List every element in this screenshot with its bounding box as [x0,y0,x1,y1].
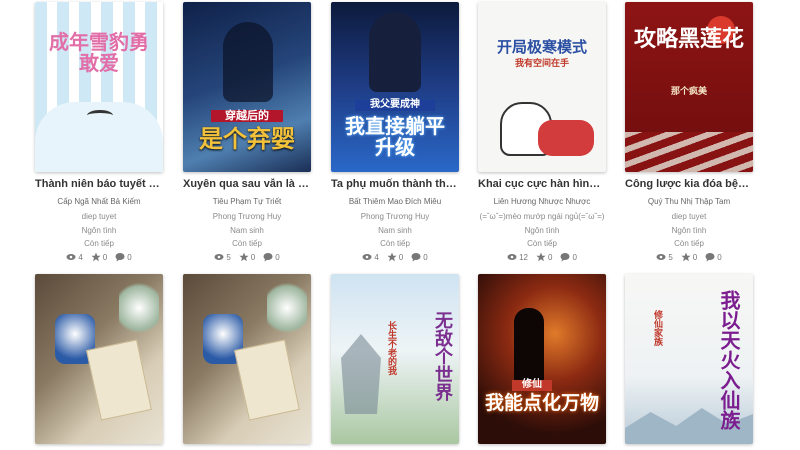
eye-icon [507,254,517,260]
comment-count: 0 [717,252,722,262]
book-cover[interactable]: 穿越后的 是个弃婴 [183,2,311,172]
book-uploader[interactable]: diep tuyet [35,212,163,221]
book-author[interactable]: Tiêu Phạm Tự Triết [183,197,311,206]
book-status: Còn tiếp [232,239,262,248]
book-genre[interactable]: Ngôn tình [35,226,163,235]
comment-count: 0 [423,252,428,262]
book-status: Còn tiếp [674,239,704,248]
cover-title: 无敌个世界 [432,311,453,401]
book-status: Còn tiếp [380,239,410,248]
comment-icon [560,253,570,262]
book-stats: 4 0 0 [331,251,459,263]
book-cover[interactable]: 无敌个世界 长生不老的我 [331,274,459,444]
eye-icon [362,254,372,260]
book-title[interactable]: Xuyên qua sau vẫn là c... [183,178,311,190]
cover-subtitle: 那个疯美 [670,87,707,97]
star-count: 0 [398,252,404,262]
view-count: 5 [668,252,673,262]
book-cover[interactable]: 我以天火入仙族 修仙家族 [625,274,753,444]
star-icon [681,252,691,262]
book-author[interactable]: Cấp Ngã Nhất Bả Kiếm [35,197,163,206]
book-status: Còn tiếp [84,239,114,248]
star-count: 0 [692,252,698,262]
comment-icon [705,253,715,262]
book-stats: 5 0 0 [183,251,311,263]
view-count: 5 [226,252,231,262]
book-author[interactable]: Bất Thiêm Mao Đích Miêu [331,197,459,206]
star-count: 0 [250,252,256,262]
book-cover[interactable]: 我父要成神 我直接躺平升级 [331,2,459,172]
book-uploader[interactable]: Phong Trương Huy [183,212,311,221]
book-stats: 12 0 0 [478,251,606,263]
star-count: 0 [548,252,553,262]
book-title[interactable]: Ta phụ muốn thành thầ... [331,178,459,190]
cover-title: 我直接躺平升级 [345,114,445,159]
star-icon [239,252,249,262]
book-cover[interactable] [183,274,311,444]
book-uploader[interactable]: Phong Trương Huy [331,212,459,221]
cover-subtitle: 我父要成神 [355,99,435,111]
comment-count: 0 [275,252,280,262]
book-cover[interactable]: 攻略黑莲花 那个疯美 [625,2,753,172]
view-count: 12 [519,252,528,262]
book-genre[interactable]: Ngôn tình [625,226,753,235]
book-cover[interactable]: 修仙 我能点化万物 [478,274,606,444]
book-stats: 4 0 0 [35,251,163,263]
book-uploader[interactable]: (=ˇωˇ=)mèo mướp ngái ngủ(=ˇωˇ=) [478,212,606,221]
cover-subtitle: 长生不老的我 [386,321,396,375]
cover-title: 是个弃婴 [199,124,295,153]
cover-subtitle: 我有空间在手 [514,59,569,69]
eye-icon [214,254,224,260]
book-grid: 成年雪豹勇敢爱 Thành niên báo tuyết d... Cấp Ng… [0,0,800,450]
view-count: 4 [374,252,379,262]
book-cover[interactable]: 成年雪豹勇敢爱 [35,2,163,172]
comment-icon [115,253,125,262]
star-count: 0 [102,252,108,262]
book-author[interactable]: Liên Hương Nhược Nhược [478,197,606,206]
book-genre[interactable]: Nam sinh [331,226,459,235]
book-stats: 5 0 0 [625,251,753,263]
book-title[interactable]: Thành niên báo tuyết d... [35,178,163,190]
comment-icon [263,253,273,262]
book-genre[interactable]: Ngôn tình [478,226,606,235]
cover-title: 开局极寒模式 [496,38,587,56]
book-title[interactable]: Khai cục cực hàn hình ... [478,178,606,190]
cover-subtitle: 修仙 [512,379,552,391]
cover-title: 我以天火入仙族 [717,290,741,430]
view-count: 4 [78,252,83,262]
book-status: Còn tiếp [527,239,557,248]
eye-icon [656,254,666,260]
star-icon [387,252,397,262]
cover-title: 我能点化万物 [484,392,599,414]
comment-icon [411,253,421,262]
eye-icon [66,254,76,260]
book-cover[interactable] [35,274,163,444]
star-icon [91,252,101,262]
comment-count: 0 [127,252,132,262]
cover-subtitle: 穿越后的 [211,110,283,122]
comment-count: 0 [572,252,577,262]
star-icon [536,252,546,262]
cover-subtitle: 修仙家族 [652,310,662,346]
book-author[interactable]: Quý Thu Nhị Thập Tam [625,197,753,206]
book-title[interactable]: Công lược kia đóa bện... [625,178,753,190]
book-genre[interactable]: Nam sinh [183,226,311,235]
book-uploader[interactable]: diep tuyet [625,212,753,221]
cover-title: 攻略黑莲花 [633,26,744,52]
cover-title: 成年雪豹勇敢爱 [49,30,149,75]
book-cover[interactable]: 开局极寒模式 我有空间在手 [478,2,606,172]
